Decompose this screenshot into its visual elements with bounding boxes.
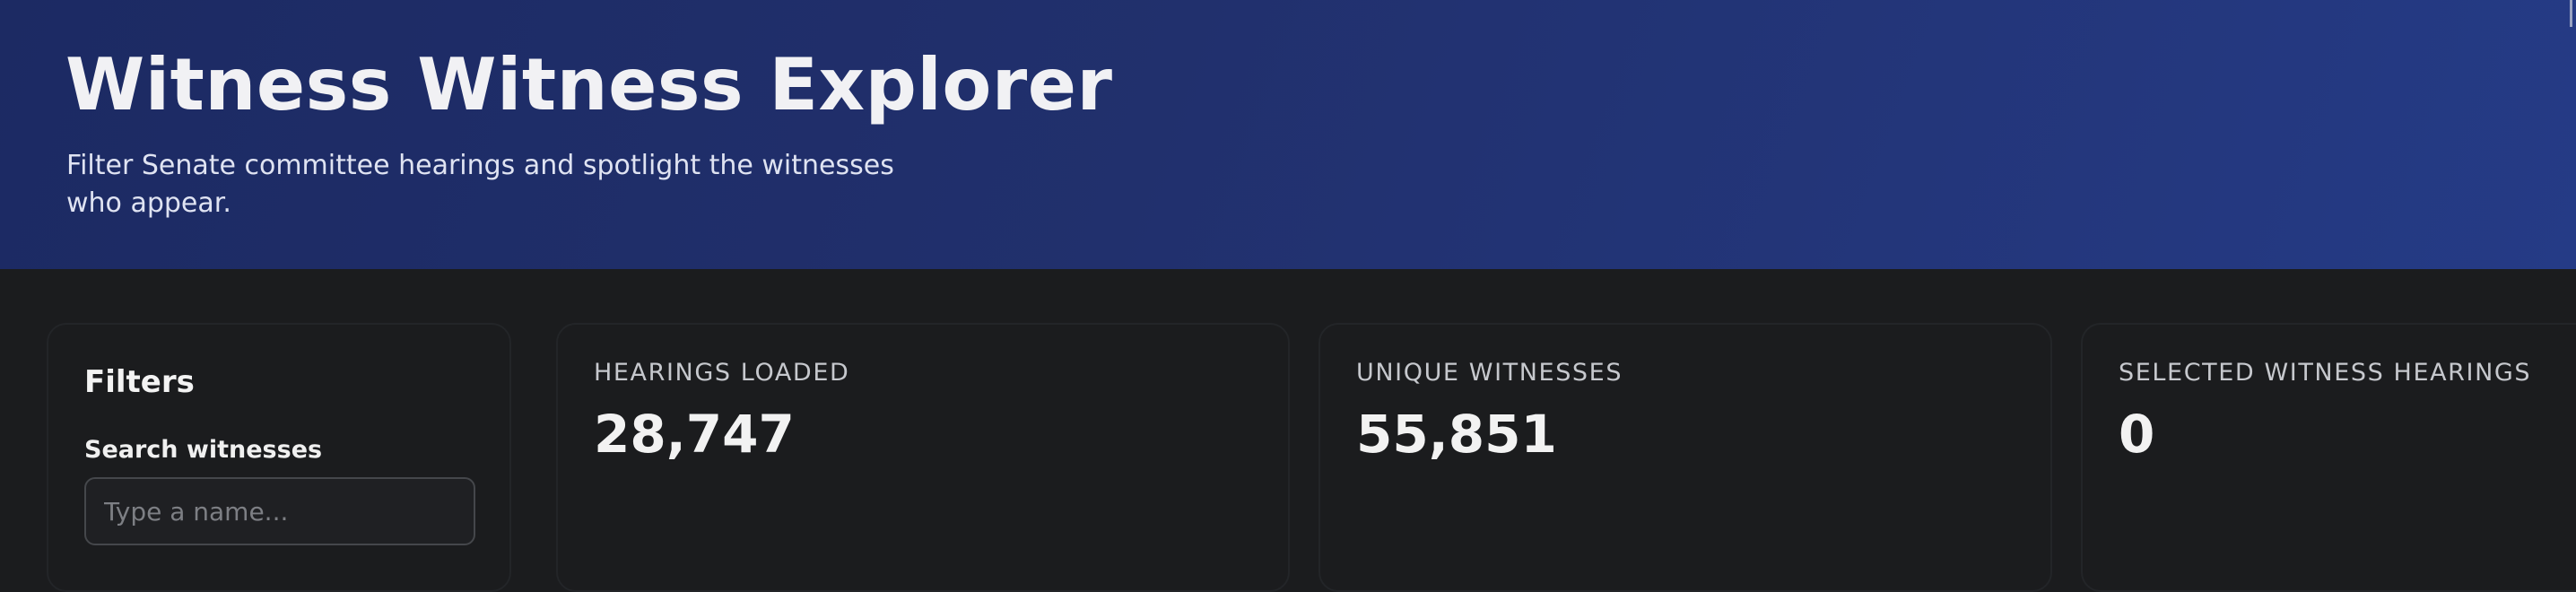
- stat-value: 55,851: [1356, 404, 1557, 465]
- filters-title: Filters: [84, 364, 195, 400]
- stat-label: Selected witness hearings: [2119, 359, 2532, 387]
- search-witnesses-label: Search witnesses: [84, 436, 323, 464]
- page-title: Witness Witness Explorer: [65, 43, 1113, 126]
- stat-card-selected-witness-hearings: Selected witness hearings 0: [2081, 323, 2576, 592]
- stat-value: 28,747: [594, 404, 795, 465]
- filters-panel: Filters Search witnesses: [47, 323, 511, 592]
- page-subtitle: Filter Senate committee hearings and spo…: [66, 150, 894, 219]
- stat-label: Hearings loaded: [594, 359, 850, 387]
- stat-card-unique-witnesses: Unique witnesses 55,851: [1318, 323, 2052, 592]
- stat-label: Unique witnesses: [1356, 359, 1623, 387]
- resize-handle-icon[interactable]: [2570, 0, 2572, 27]
- stat-value: 0: [2119, 404, 2155, 465]
- page-header: Witness Witness Explorer Filter Senate c…: [0, 0, 2576, 269]
- search-witnesses-input[interactable]: [84, 477, 475, 545]
- stat-card-hearings-loaded: Hearings loaded 28,747: [556, 323, 1290, 592]
